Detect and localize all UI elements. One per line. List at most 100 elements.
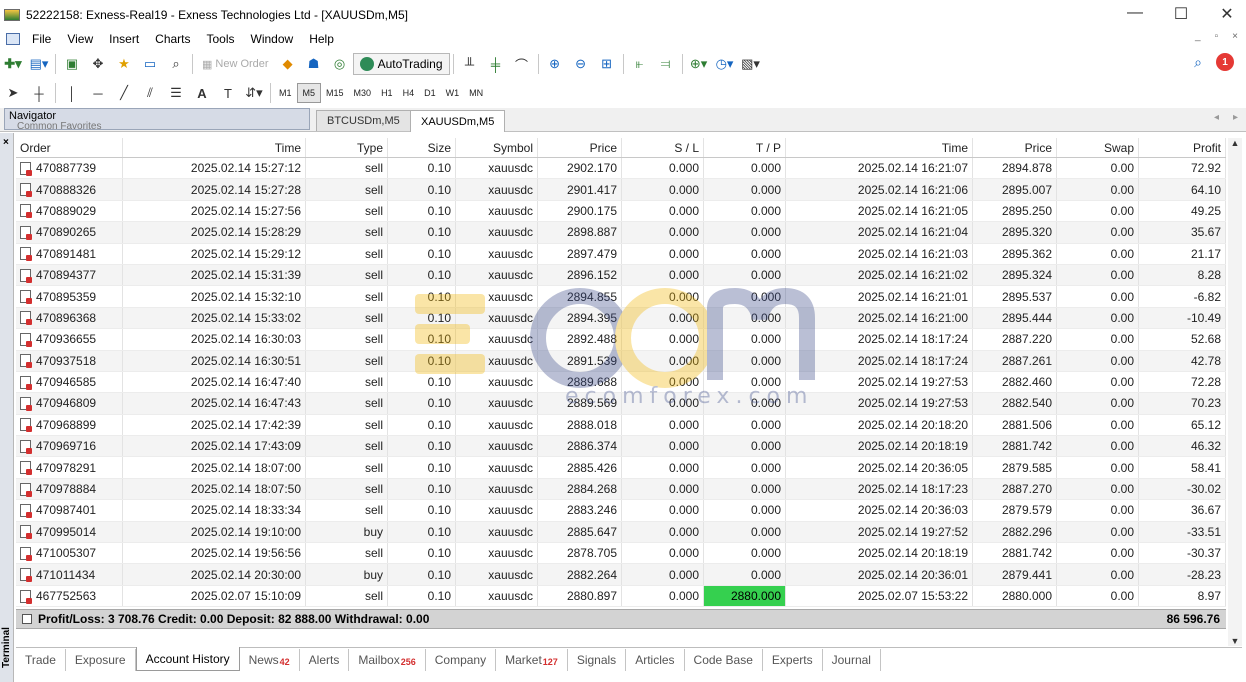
col-swap[interactable]: Swap <box>1057 138 1139 157</box>
timeframe-m5[interactable]: M5 <box>296 83 322 103</box>
table-row[interactable]: 470891481 2025.02.14 15:29:12 sell 0.10 xauu… <box>16 243 1226 265</box>
notifications-badge[interactable]: 1 <box>1216 53 1234 71</box>
col-order[interactable]: Order <box>16 138 123 157</box>
crosshair-icon[interactable]: ┼ <box>28 82 50 104</box>
zoom-in-icon[interactable]: ⊕ <box>544 53 566 75</box>
table-row[interactable]: 470968899 2025.02.14 17:42:39 sell 0.10 xauu… <box>16 414 1226 437</box>
timeframe-mn[interactable]: MN <box>464 83 488 103</box>
fibonacci-icon[interactable]: ☰ <box>165 82 187 104</box>
navigator-icon[interactable]: ★ <box>113 53 135 75</box>
timeframe-m30[interactable]: M30 <box>349 83 377 103</box>
table-row[interactable]: 470946809 2025.02.14 16:47:43 sell 0.10 xauu… <box>16 393 1226 415</box>
minimize-button[interactable]: — <box>1126 4 1144 24</box>
table-row[interactable]: 470969716 2025.02.14 17:43:09 sell 0.10 xauu… <box>16 436 1226 458</box>
mdi-close-icon[interactable]: × <box>1232 31 1238 42</box>
table-row[interactable]: 471011434 2025.02.14 20:30:00 buy 0.10 xauus… <box>16 564 1226 586</box>
horizontal-line-icon[interactable]: ─ <box>87 82 109 104</box>
table-row[interactable]: 470936655 2025.02.14 16:30:03 sell 0.10 xauu… <box>16 329 1226 351</box>
terminal-close-icon[interactable]: × <box>3 137 9 148</box>
new-chart-icon[interactable]: ✚▾ <box>2 53 24 75</box>
tab-mailbox[interactable]: Mailbox 256 <box>349 649 426 671</box>
menu-view[interactable]: View <box>59 32 101 46</box>
metaeditor-icon[interactable]: ◆ <box>277 53 299 75</box>
text-icon[interactable]: A <box>191 82 213 104</box>
tab-company[interactable]: Company <box>426 649 497 671</box>
close-button[interactable]: ✕ <box>1218 4 1236 24</box>
autotrading-button[interactable]: AutoTrading <box>352 53 450 75</box>
col-symbol[interactable]: Symbol <box>456 138 538 157</box>
table-row[interactable]: 467752563 2025.02.07 15:10:09 sell 0.10 xauu… <box>16 585 1226 608</box>
table-row[interactable]: 470889029 2025.02.14 15:27:56 sell 0.10 xauu… <box>16 200 1226 223</box>
scroll-up-icon[interactable]: ▲ <box>1228 138 1242 148</box>
table-row[interactable]: 470946585 2025.02.14 16:47:40 sell 0.10 xauu… <box>16 371 1226 394</box>
data-window-icon[interactable]: ✥ <box>87 53 109 75</box>
tab-scroll-left-icon[interactable]: ◂ <box>1214 112 1219 123</box>
table-row[interactable]: 470895359 2025.02.14 15:32:10 sell 0.10 xauu… <box>16 286 1226 308</box>
bar-chart-icon[interactable]: ╨ <box>459 53 481 75</box>
table-row[interactable]: 470888326 2025.02.14 15:27:28 sell 0.10 xauu… <box>16 179 1226 201</box>
menu-charts[interactable]: Charts <box>147 32 198 46</box>
vertical-line-icon[interactable]: │ <box>61 82 83 104</box>
document-icon[interactable] <box>6 33 20 45</box>
col-profit[interactable]: Profit <box>1139 138 1226 157</box>
tab-news[interactable]: News 42 <box>240 649 300 671</box>
table-row[interactable]: 470937518 2025.02.14 16:30:51 sell 0.10 xauu… <box>16 350 1226 372</box>
periods-icon[interactable]: ◷▾ <box>714 53 736 75</box>
timeframe-m1[interactable]: M1 <box>274 83 297 103</box>
menu-help[interactable]: Help <box>301 32 342 46</box>
timeframe-m15[interactable]: M15 <box>321 83 349 103</box>
tab-alerts[interactable]: Alerts <box>300 649 350 671</box>
users-icon[interactable]: ☗ <box>303 53 325 75</box>
cursor-icon[interactable]: ➤ <box>2 82 24 104</box>
navigator-panel[interactable]: Navigator Common Favorites <box>4 108 310 132</box>
table-row[interactable]: 470978291 2025.02.14 18:07:00 sell 0.10 xauu… <box>16 457 1226 479</box>
tab-signals[interactable]: Signals <box>568 649 627 671</box>
table-row[interactable]: 470987401 2025.02.14 18:33:34 sell 0.10 xauu… <box>16 500 1226 522</box>
maximize-button[interactable]: ☐ <box>1172 4 1190 24</box>
menu-insert[interactable]: Insert <box>101 32 147 46</box>
col-open-price[interactable]: Price <box>538 138 622 157</box>
navigator-tabs[interactable]: Common Favorites <box>17 121 101 132</box>
vertical-scrollbar[interactable]: ▲ ▼ <box>1228 138 1242 646</box>
chart-tab-xauusdm[interactable]: XAUUSDm,M5 <box>410 110 506 132</box>
menu-window[interactable]: Window <box>243 32 302 46</box>
tab-code-base[interactable]: Code Base <box>685 649 763 671</box>
mdi-minimize-icon[interactable]: _ <box>1195 31 1201 42</box>
table-row[interactable]: 470887739 2025.02.14 15:27:12 sell 0.10 xauu… <box>16 158 1226 180</box>
col-open-time[interactable]: Time <box>123 138 306 157</box>
col-size[interactable]: Size <box>388 138 456 157</box>
table-row[interactable]: 470894377 2025.02.14 15:31:39 sell 0.10 xauu… <box>16 264 1226 287</box>
zoom-out-icon[interactable]: ⊖ <box>570 53 592 75</box>
chart-shift-icon[interactable]: ⫦ <box>629 53 651 75</box>
terminal-icon[interactable]: ▭ <box>139 53 161 75</box>
col-sl[interactable]: S / L <box>622 138 704 157</box>
tab-exposure[interactable]: Exposure <box>66 649 136 671</box>
channel-icon[interactable]: ⫽ <box>139 82 161 104</box>
mdi-restore-icon[interactable]: ▫ <box>1215 31 1219 42</box>
col-type[interactable]: Type <box>306 138 388 157</box>
menu-file[interactable]: File <box>24 32 59 46</box>
table-row[interactable]: 470896368 2025.02.14 15:33:02 sell 0.10 xauu… <box>16 307 1226 330</box>
line-chart-icon[interactable]: ⌒ <box>511 53 533 75</box>
tab-trade[interactable]: Trade <box>16 649 66 671</box>
scroll-down-icon[interactable]: ▼ <box>1228 636 1242 646</box>
tab-account-history[interactable]: Account History <box>135 647 240 671</box>
strategy-tester-icon[interactable]: ⌕ <box>165 53 187 75</box>
tab-scroll-right-icon[interactable]: ▸ <box>1233 112 1238 123</box>
timeframe-h1[interactable]: H1 <box>376 83 398 103</box>
chart-tab-btcusdm[interactable]: BTCUSDm,M5 <box>316 110 411 131</box>
templates-icon[interactable]: ▧▾ <box>740 53 762 75</box>
trendline-icon[interactable]: ╱ <box>113 82 135 104</box>
menu-tools[interactable]: Tools <box>199 32 243 46</box>
table-row[interactable]: 470890265 2025.02.14 15:28:29 sell 0.10 xauu… <box>16 222 1226 244</box>
tab-journal[interactable]: Journal <box>823 649 881 671</box>
profiles-icon[interactable]: ▤▾ <box>28 53 50 75</box>
col-close-time[interactable]: Time <box>786 138 973 157</box>
globe-icon[interactable]: ◎ <box>329 53 351 75</box>
tab-experts[interactable]: Experts <box>763 649 823 671</box>
timeframe-d1[interactable]: D1 <box>419 83 441 103</box>
autoscroll-icon[interactable]: ⫤ <box>655 53 677 75</box>
timeframe-w1[interactable]: W1 <box>441 83 465 103</box>
indicators-icon[interactable]: ⊕▾ <box>688 53 710 75</box>
col-tp[interactable]: T / P <box>704 138 786 157</box>
